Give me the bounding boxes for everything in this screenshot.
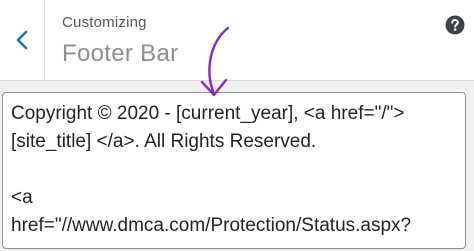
editor-line: [site_title] </a>. All Rights Reserved. bbox=[11, 131, 317, 152]
editor-line: Copyright © 2020 - [current_year], <a hr… bbox=[11, 103, 405, 124]
editor-line: href="//www.dmca.com/Protection/Status.a… bbox=[11, 215, 412, 236]
chevron-left-icon bbox=[16, 30, 28, 50]
section-header: Customizing Footer Bar bbox=[0, 0, 474, 81]
customizing-label: Customizing bbox=[62, 14, 147, 31]
editor-line: ​ bbox=[11, 156, 457, 184]
footer-text-editor[interactable]: Copyright © 2020 - [current_year], <a hr… bbox=[2, 92, 466, 249]
customizer-panel: Customizing Footer Bar Copyright © 2020 … bbox=[0, 0, 474, 251]
question-mark-icon bbox=[445, 15, 465, 35]
help-button[interactable] bbox=[445, 15, 465, 35]
back-button[interactable] bbox=[0, 0, 45, 80]
editor-line: <a bbox=[11, 187, 33, 208]
section-title: Footer Bar bbox=[62, 40, 179, 67]
